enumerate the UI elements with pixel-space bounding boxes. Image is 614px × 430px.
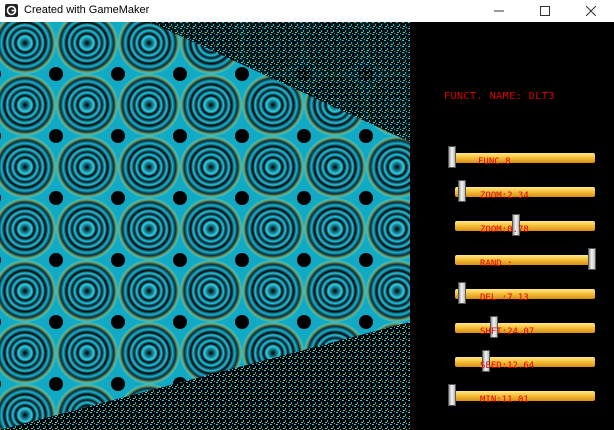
slider-3[interactable]: ZOOM:0.78	[410, 214, 614, 242]
slider-label: SHFT:24.07	[480, 327, 535, 337]
minimize-button[interactable]	[476, 0, 522, 22]
slider-5[interactable]: DEL.:7.13	[410, 282, 614, 310]
window-title: Created with GameMaker	[24, 4, 150, 16]
maximize-icon	[540, 6, 550, 16]
slider-track[interactable]	[455, 255, 595, 265]
slider-track[interactable]	[455, 153, 595, 163]
maximize-button[interactable]	[522, 0, 568, 22]
slider-thumb[interactable]	[588, 248, 596, 270]
slider-thumb[interactable]	[457, 282, 466, 304]
moire-pattern-graphic	[0, 22, 410, 430]
slider-label: MIN:11.01	[480, 395, 529, 405]
slider-label: SEED:12.64	[480, 361, 535, 371]
close-icon	[586, 6, 596, 16]
control-panel: FUNCT. NAME: DLT3 FUNC.8 ZOOM:2.34 ZOOM:0.…	[410, 22, 614, 430]
slider-2[interactable]: ZOOM:2.34	[410, 180, 614, 208]
slider-1[interactable]: FUNC.8	[410, 146, 614, 174]
slider-7[interactable]: SEED:12.64	[410, 350, 614, 378]
close-button[interactable]	[568, 0, 614, 22]
slider-label: ZOOM:0.78	[480, 225, 529, 235]
slider-label: ZOOM:2.34	[480, 191, 529, 201]
title-bar[interactable]: Created with GameMaker	[0, 0, 614, 23]
slider-thumb[interactable]	[448, 146, 456, 168]
slider-4[interactable]: RAND.:	[410, 248, 614, 276]
slider-label: DEL.:7.13	[480, 293, 529, 303]
minimize-icon	[494, 10, 504, 12]
slider-label: FUNC.8	[478, 157, 511, 167]
render-canvas[interactable]	[0, 22, 410, 430]
slider-label: RAND.:	[480, 259, 513, 269]
slider-thumb[interactable]	[457, 180, 466, 202]
app-window: Created with GameMaker FUNCT. NAME: DLT3…	[0, 0, 614, 430]
slider-8[interactable]: MIN:11.01	[410, 384, 614, 412]
gamemaker-icon	[5, 4, 18, 17]
function-name-label: FUNCT. NAME: DLT3	[444, 91, 555, 102]
slider-thumb[interactable]	[448, 384, 456, 406]
slider-6[interactable]: SHFT:24.07	[410, 316, 614, 344]
